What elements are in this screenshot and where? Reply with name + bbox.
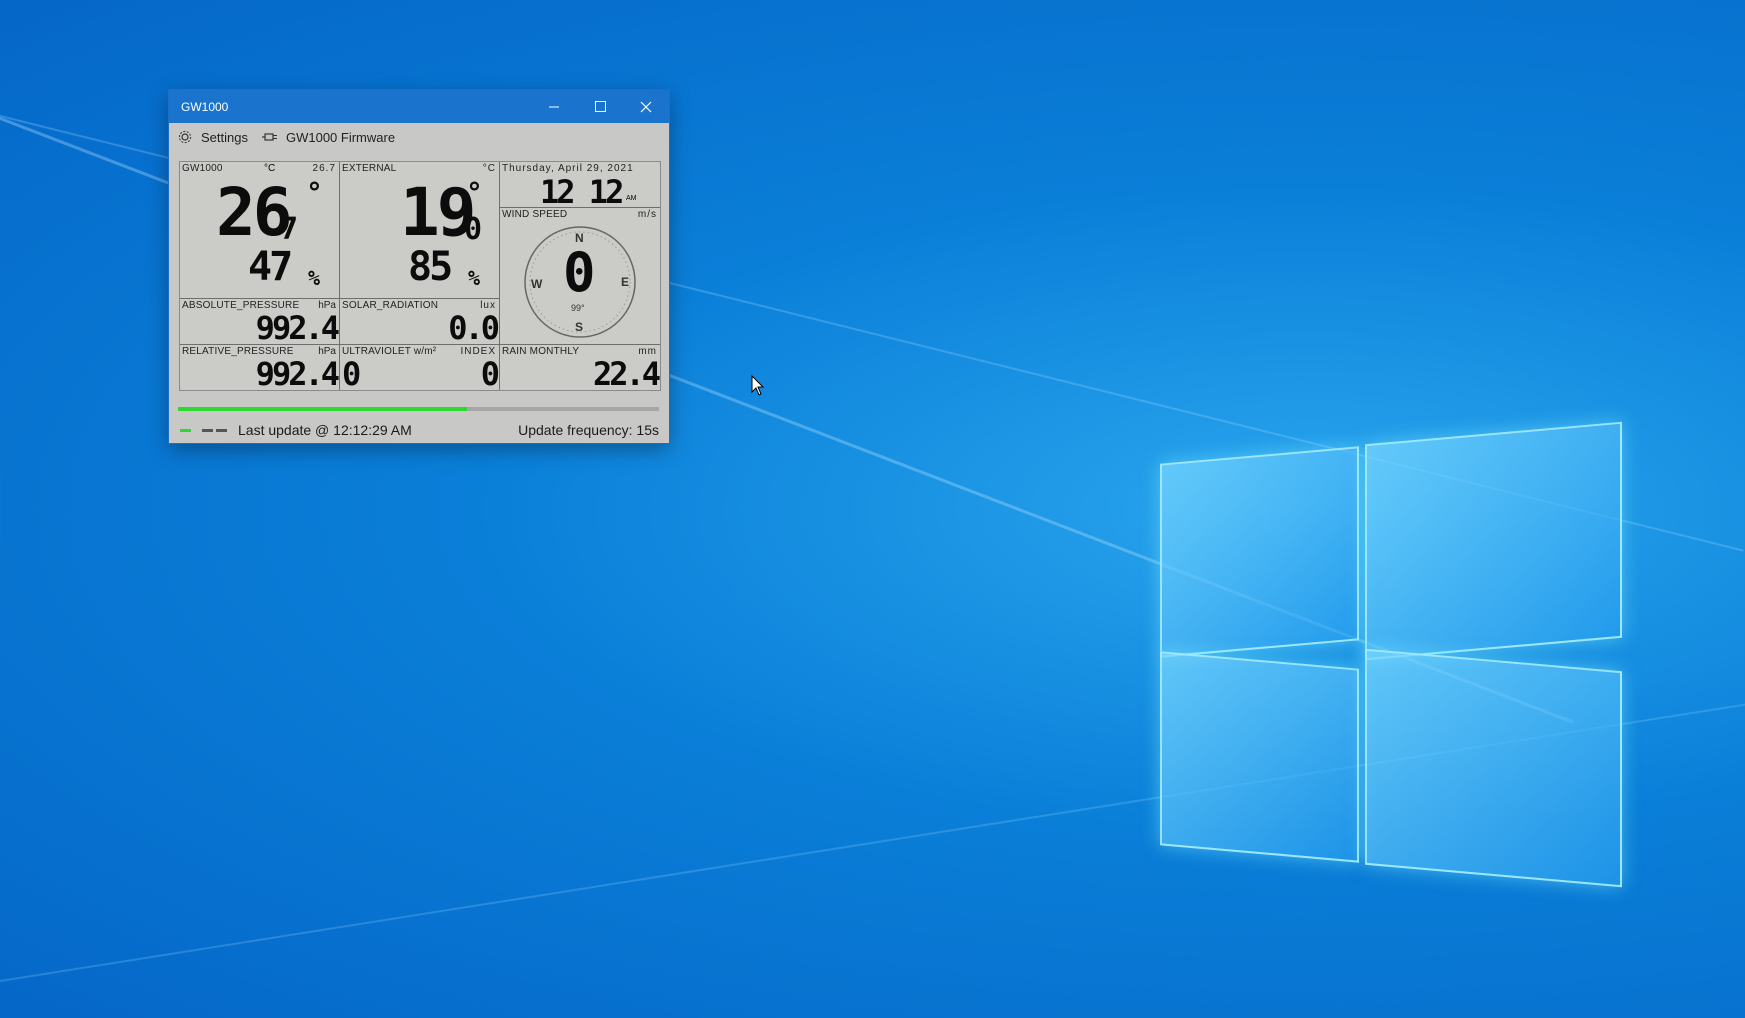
external-unit: °C bbox=[482, 163, 496, 174]
external-pct: % bbox=[468, 266, 480, 290]
status-bar: Last update @ 12:12:29 AM Update frequen… bbox=[169, 420, 669, 440]
maximize-button[interactable] bbox=[577, 90, 623, 123]
indoor-temp: 26 bbox=[216, 174, 293, 251]
clock-ampm: AM bbox=[626, 195, 637, 202]
indoor-pct: % bbox=[308, 266, 320, 290]
clock-panel: Thursday, April 29, 2021 12 12 AM bbox=[500, 162, 660, 208]
compass-east: E bbox=[621, 275, 630, 289]
firmware-menu[interactable]: GW1000 Firmware bbox=[261, 129, 396, 145]
solar-label: SOLAR_RADIATION bbox=[342, 300, 439, 311]
settings-menu[interactable]: Settings bbox=[177, 129, 248, 145]
external-humidity: 85 bbox=[408, 244, 453, 290]
indoor-degree: ° bbox=[306, 176, 323, 209]
minimize-button[interactable] bbox=[531, 90, 577, 123]
rain-label: RAIN MONTHLY bbox=[502, 346, 580, 357]
compass-south: S bbox=[575, 320, 584, 334]
indoor-small-temp: 26.7 bbox=[312, 163, 336, 174]
indoor-label: GW1000 bbox=[182, 163, 223, 174]
rain-panel: RAIN MONTHLY mm 22.4 bbox=[500, 345, 660, 390]
status-indicator-green bbox=[180, 429, 191, 432]
status-indicator-dash bbox=[216, 429, 227, 432]
menu-bar: Settings GW1000 Firmware bbox=[169, 123, 669, 151]
rel-pressure-value: 992.4 bbox=[255, 355, 339, 390]
mouse-cursor-icon bbox=[751, 374, 765, 402]
external-label: EXTERNAL bbox=[342, 163, 397, 174]
title-bar[interactable]: GW1000 bbox=[169, 90, 669, 123]
abs-pressure-panel: ABSOLUTE_PRESSURE hPa 992.4 bbox=[180, 299, 340, 345]
indoor-temp-decimal: 7 bbox=[280, 212, 298, 247]
settings-label: Settings bbox=[201, 129, 248, 145]
app-window: GW1000 Settings GW1000 Firmware GW1000 °… bbox=[169, 90, 669, 443]
update-progress-bar bbox=[178, 407, 659, 411]
uv-panel: ULTRAVIOLET w/m² INDEX 0 0 bbox=[340, 345, 500, 390]
window-title: GW1000 bbox=[181, 99, 229, 114]
external-panel: EXTERNAL °C 19 0 ° 85 % bbox=[340, 162, 500, 299]
indoor-humidity: 47 bbox=[248, 244, 293, 290]
update-progress-fill bbox=[178, 407, 467, 411]
last-update-text: Last update @ 12:12:29 AM bbox=[238, 422, 412, 438]
wind-unit: m/s bbox=[637, 209, 657, 220]
abs-pressure-value: 992.4 bbox=[255, 309, 339, 345]
rain-value: 22.4 bbox=[592, 355, 660, 390]
plug-icon bbox=[261, 129, 278, 145]
wind-label: WIND SPEED bbox=[502, 209, 568, 220]
indoor-panel: GW1000 °C 26.7 26 7 ° 47 % bbox=[180, 162, 340, 299]
gear-icon bbox=[177, 129, 193, 145]
compass-west: W bbox=[531, 277, 543, 291]
wind-speed-value: 0 bbox=[563, 241, 595, 304]
external-temp-decimal: 0 bbox=[464, 212, 482, 247]
external-degree: ° bbox=[466, 176, 483, 209]
solar-panel: SOLAR_RADIATION lux 0.0 bbox=[340, 299, 500, 345]
lcd-display: GW1000 °C 26.7 26 7 ° 47 % EXTERNAL °C 1… bbox=[179, 161, 661, 391]
firmware-label: GW1000 Firmware bbox=[285, 129, 396, 145]
indoor-unit: °C bbox=[264, 163, 276, 174]
close-button[interactable] bbox=[623, 90, 669, 123]
status-indicator-dash bbox=[202, 429, 213, 432]
windows-logo bbox=[1160, 421, 1622, 905]
compass: N S E W 0 99° bbox=[523, 225, 637, 339]
update-frequency-text: Update frequency: 15s bbox=[518, 422, 659, 438]
rel-pressure-panel: RELATIVE_PRESSURE hPa 992.4 bbox=[180, 345, 340, 390]
wind-panel: WIND SPEED m/s N S E W 0 99° bbox=[500, 208, 660, 345]
clock-time: 12 12 bbox=[540, 173, 624, 208]
uv-value-left: 0 bbox=[342, 355, 361, 390]
external-temp: 19 bbox=[400, 174, 477, 251]
wind-direction: 99° bbox=[571, 303, 585, 313]
solar-value: 0.0 bbox=[448, 309, 499, 345]
uv-value-right: 0 bbox=[480, 355, 499, 390]
